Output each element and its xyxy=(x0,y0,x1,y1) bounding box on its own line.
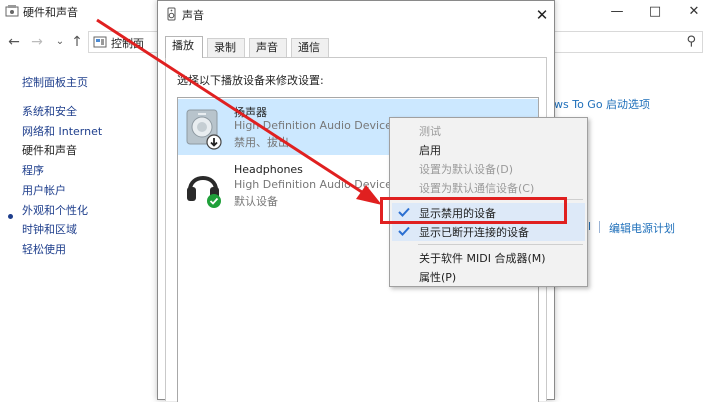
speaker-device-icon xyxy=(186,109,222,150)
menu-item-set-default-comm[interactable]: 设置为默认通信设备(C) xyxy=(392,178,585,197)
sidebar-item-home[interactable]: 控制面板主页 xyxy=(22,74,88,90)
dialog-titlebar: 声音 ✕ xyxy=(158,1,554,29)
control-panel-icon xyxy=(93,36,107,48)
speaker-icon xyxy=(167,7,176,21)
sidebar-item-programs[interactable]: 程序 xyxy=(22,162,44,178)
menu-item-set-default[interactable]: 设置为默认设备(D) xyxy=(392,159,585,178)
forward-arrow-icon[interactable]: → xyxy=(27,32,47,52)
headphones-device-icon xyxy=(187,176,221,208)
sidebar-item-hardware-sound[interactable]: 硬件和声音 xyxy=(22,142,77,158)
back-arrow-icon[interactable]: ← xyxy=(4,32,24,52)
close-button[interactable]: ✕ xyxy=(530,4,554,26)
window-title: 硬件和声音 xyxy=(23,6,78,19)
dialog-title: 声音 xyxy=(182,9,204,22)
address-text: 控制面 xyxy=(111,37,144,50)
device-status: 默认设备 xyxy=(234,195,278,208)
menu-item-properties[interactable]: 属性(P) xyxy=(392,267,585,286)
up-arrow-icon[interactable]: ↑ xyxy=(67,32,87,52)
tab-recording[interactable]: 录制 xyxy=(207,38,245,57)
tab-sounds[interactable]: 声音 xyxy=(249,38,287,57)
device-description: High Definition Audio Device xyxy=(234,119,392,132)
search-icon[interactable]: ⚲ xyxy=(686,34,696,49)
tab-playback[interactable]: 播放 xyxy=(165,36,203,58)
sidebar-item-user-accounts[interactable]: 用户帐户 xyxy=(22,182,66,198)
active-bullet-icon xyxy=(8,214,13,219)
sidebar-item-network[interactable]: 网络和 Internet xyxy=(22,123,102,139)
device-name: Headphones xyxy=(234,163,303,176)
link-separator xyxy=(599,221,600,233)
sidebar-item-system-security[interactable]: 系统和安全 xyxy=(22,103,77,119)
sidebar-item-appearance[interactable]: 外观和个性化 xyxy=(22,202,88,218)
tab-communications[interactable]: 通信 xyxy=(291,38,329,57)
windows-to-go-link[interactable]: ws To Go 启动选项 xyxy=(554,96,650,112)
device-name: 扬声器 xyxy=(234,106,267,119)
menu-item-test[interactable]: 测试 xyxy=(392,121,585,140)
menu-item-about-midi[interactable]: 关于软件 MIDI 合成器(M) xyxy=(392,248,585,267)
menu-item-show-disconnected[interactable]: 显示已断开连接的设备 xyxy=(392,222,585,241)
instruction-text: 选择以下播放设备来修改设置: xyxy=(177,74,324,87)
sidebar-item-ease-of-access[interactable]: 轻松使用 xyxy=(22,241,66,257)
minimize-button[interactable]: — xyxy=(603,2,631,22)
device-status: 禁用、拔出 xyxy=(234,136,289,149)
device-description: High Definition Audio Device xyxy=(234,178,392,191)
menu-separator xyxy=(418,244,583,245)
truncated-link-fragment[interactable]: l xyxy=(588,220,596,233)
annotation-highlight-box xyxy=(380,197,567,224)
close-button[interactable]: ✕ xyxy=(680,2,708,22)
edit-power-plan-link[interactable]: 编辑电源计划 xyxy=(609,220,675,236)
control-panel-icon xyxy=(5,5,19,17)
maximize-button[interactable]: □ xyxy=(641,2,669,22)
menu-item-enable[interactable]: 启用 xyxy=(392,140,585,159)
checkmark-icon xyxy=(398,226,410,236)
sidebar-item-clock-region[interactable]: 时钟和区域 xyxy=(22,221,77,237)
